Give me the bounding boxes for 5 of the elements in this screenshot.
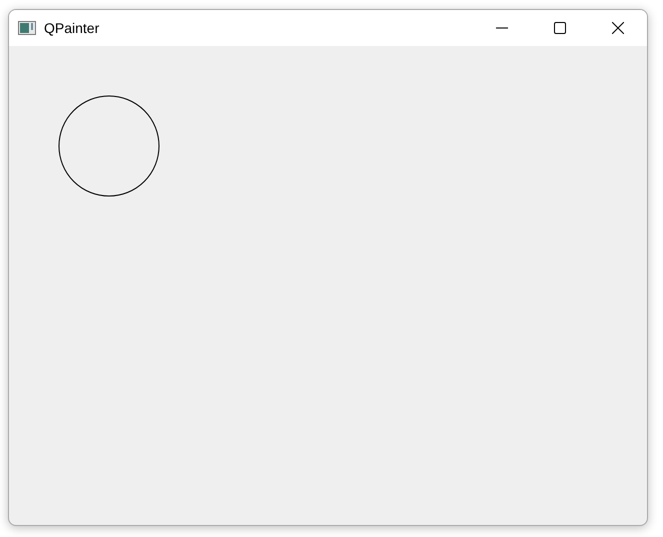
maximize-icon bbox=[554, 22, 566, 34]
app-icon bbox=[18, 21, 36, 35]
close-icon bbox=[612, 22, 624, 34]
minimize-icon bbox=[496, 27, 508, 29]
window-title: QPainter bbox=[44, 20, 100, 36]
